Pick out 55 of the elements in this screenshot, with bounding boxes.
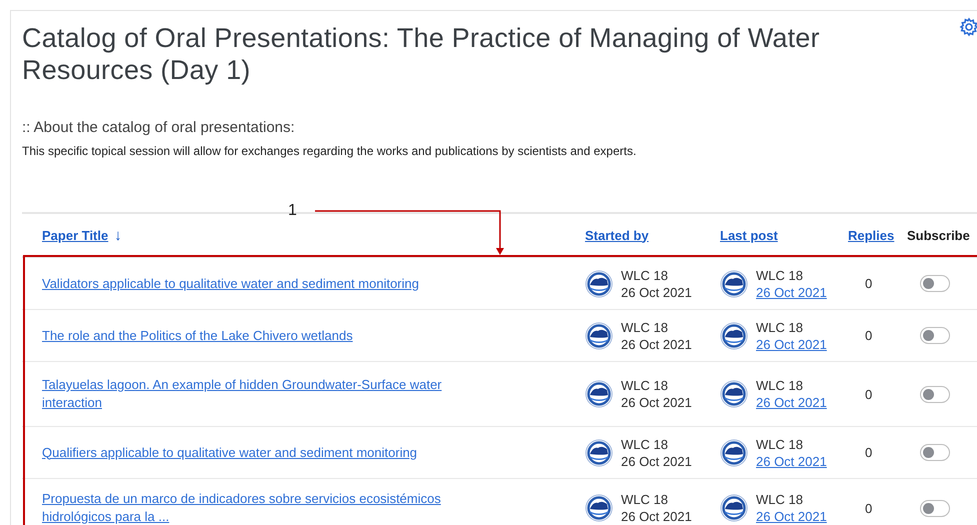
author-name: WLC 18	[621, 377, 669, 394]
author-name: WLC 18	[756, 318, 804, 336]
subscribe-toggle[interactable]	[920, 275, 950, 292]
emblem-icon	[585, 322, 613, 350]
column-header: Subscribe	[907, 228, 970, 242]
reply-count: 0	[865, 328, 872, 343]
sort-arrow-icon[interactable]: ↓	[114, 226, 122, 244]
emblem-icon	[720, 494, 748, 522]
page-title: Catalog of Oral Presentations: The Practice of Managing of Water Resources (Day 1)	[22, 22, 821, 86]
author-name: WLC 18	[756, 491, 804, 508]
reply-count: 0	[865, 276, 872, 291]
post-date: 26 Oct 2021	[621, 508, 692, 525]
author-name: WLC 18	[756, 266, 804, 284]
paper-title-link[interactable]: Propuesta de un marco de indicadores sobre servicios ecosistémicos hidrológicos para la ...	[42, 490, 497, 525]
emblem-icon	[585, 270, 613, 298]
section-heading: :: About the catalog of oral presentations:	[22, 119, 296, 136]
callout-number: 1	[288, 202, 297, 220]
paper-title-link[interactable]: Qualifiers applicable to qualitative water and sediment monitoring	[42, 444, 497, 462]
subscribe-toggle[interactable]	[920, 327, 950, 344]
post-date-link[interactable]: 26 Oct 2021	[756, 284, 827, 300]
emblem-icon	[585, 438, 613, 466]
post-date: 26 Oct 2021	[621, 394, 692, 411]
emblem-icon	[720, 322, 748, 350]
post-date-link[interactable]: 26 Oct 2021	[756, 336, 827, 352]
subscribe-toggle[interactable]	[920, 500, 950, 516]
author-name: WLC 18	[621, 436, 669, 452]
author-name: WLC 18	[621, 491, 669, 508]
reply-count: 0	[865, 445, 872, 460]
post-date: 26 Oct 2021	[621, 336, 692, 352]
paper-title-link[interactable]: Validators applicable to qualitative water and sediment monitoring	[42, 274, 497, 292]
emblem-icon	[720, 438, 748, 466]
subscribe-toggle[interactable]	[920, 386, 950, 402]
column-sort-link[interactable]: Replies	[848, 228, 894, 242]
post-date-link[interactable]: 26 Oct 2021	[756, 452, 827, 470]
column-sort-link[interactable]: Started by	[585, 228, 649, 242]
emblem-icon	[720, 380, 748, 408]
emblem-icon	[585, 380, 613, 408]
reply-count: 0	[865, 386, 872, 402]
subscribe-toggle[interactable]	[920, 444, 950, 461]
paper-title-link[interactable]: Talayuelas lagoon. An example of hidden Groundwater-Surface water interaction	[42, 376, 497, 412]
column-sort-link[interactable]: Paper Title	[42, 228, 108, 242]
author-name: WLC 18	[756, 377, 804, 394]
paper-title-link[interactable]: The role and the Politics of the Lake Chivero wetlands	[42, 326, 497, 344]
post-date: 26 Oct 2021	[621, 452, 692, 470]
author-name: WLC 18	[756, 436, 804, 452]
reply-count: 0	[865, 500, 872, 516]
post-date-link[interactable]: 26 Oct 2021	[756, 508, 827, 525]
post-date-link[interactable]: 26 Oct 2021	[756, 394, 827, 411]
author-name: WLC 18	[621, 266, 669, 284]
emblem-icon	[720, 270, 748, 298]
author-name: WLC 18	[621, 318, 669, 336]
column-sort-link[interactable]: Last post	[720, 228, 778, 242]
emblem-icon	[585, 494, 613, 522]
description-text: This specific topical session will allow for exchanges regarding the works and publications by scientists and experts.	[22, 144, 638, 158]
post-date: 26 Oct 2021	[621, 284, 692, 300]
